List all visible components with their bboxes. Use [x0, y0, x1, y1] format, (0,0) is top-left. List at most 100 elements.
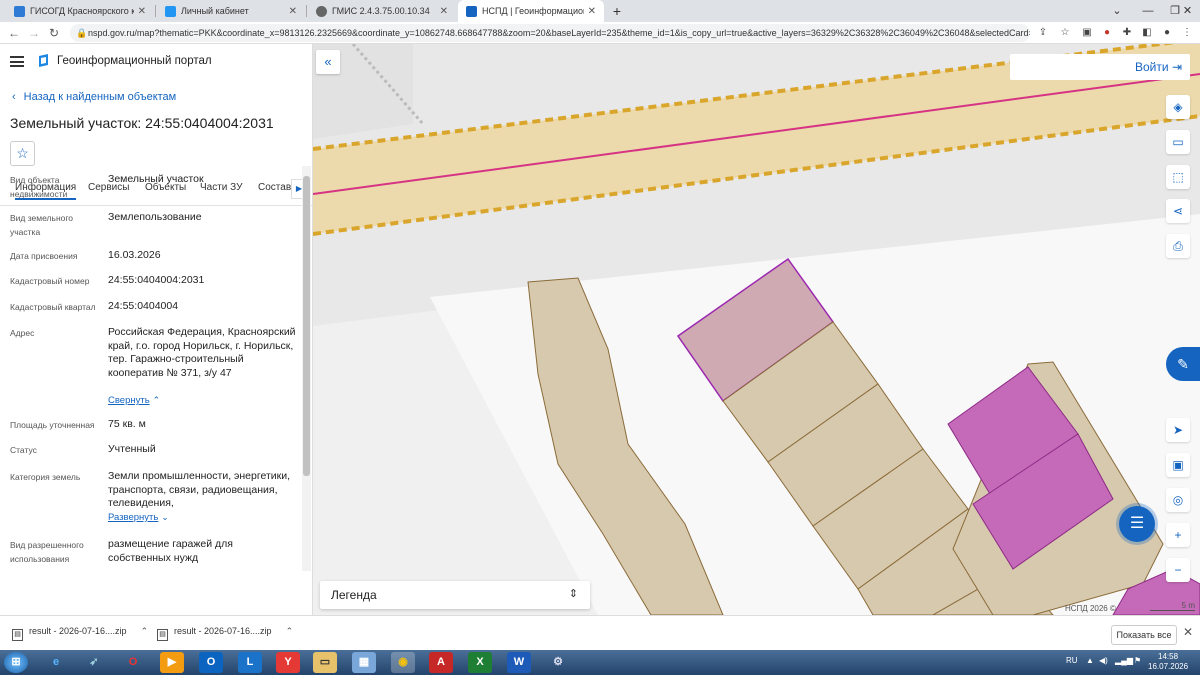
- property-label: Категория земель: [10, 472, 81, 482]
- reload-icon[interactable]: ↻: [46, 25, 62, 41]
- close-window-button[interactable]: ✕: [1175, 0, 1200, 22]
- menu-dots-icon[interactable]: ⋮: [1180, 26, 1194, 40]
- explorer-taskbar-icon[interactable]: ▭: [313, 652, 337, 673]
- property-value: Российская Федерация, Красноярский край,…: [108, 326, 296, 379]
- tab-title: НСПД | Геоинформационный п: [482, 6, 584, 16]
- profile-icon[interactable]: ●: [1160, 26, 1174, 40]
- flag-icon[interactable]: ⚑: [1134, 656, 1141, 665]
- extension-fox-icon[interactable]: ●: [1100, 26, 1114, 40]
- login-icon: ⇥: [1171, 60, 1182, 74]
- extension-icon[interactable]: ▣: [1080, 26, 1094, 40]
- close-downloads-icon[interactable]: ✕: [1183, 625, 1193, 639]
- browser-tab-bar: ГИСОГД Красноярского края ✕ Личный кабин…: [0, 0, 1200, 22]
- word-taskbar-icon[interactable]: W: [507, 652, 531, 673]
- close-icon[interactable]: ✕: [588, 6, 596, 17]
- chat-bubble-icon: ☰: [1129, 515, 1145, 532]
- network-icon[interactable]: ▂▄▆: [1115, 656, 1133, 665]
- collapse-link[interactable]: Свернуть ⌃: [108, 394, 298, 408]
- outlook-taskbar-icon[interactable]: O: [199, 652, 223, 673]
- zoom-in-button[interactable]: +: [1166, 523, 1190, 547]
- help-fab-button[interactable]: ✎: [1166, 347, 1200, 381]
- expand-link[interactable]: Развернуть ⌄: [108, 511, 298, 525]
- browser-tab-cabinet[interactable]: Личный кабинет ✕: [157, 0, 305, 22]
- chevron-up-icon[interactable]: ⌃: [286, 626, 294, 636]
- print-button[interactable]: ⎙: [1166, 234, 1190, 258]
- zip-file-icon: ▤: [12, 629, 23, 641]
- zoom-out-button[interactable]: −: [1166, 558, 1190, 582]
- yandex-taskbar-icon[interactable]: Y: [276, 652, 300, 673]
- ruler-icon: ▭: [1172, 135, 1184, 149]
- basemap-button[interactable]: ▣: [1166, 453, 1190, 477]
- scrollbar-thumb[interactable]: [303, 176, 310, 476]
- browser-tab-gisogd[interactable]: ГИСОГД Красноярского края ✕: [6, 0, 154, 22]
- favorite-star-button[interactable]: ☆: [10, 141, 35, 166]
- bird-taskbar-icon[interactable]: ➶: [82, 652, 106, 673]
- zip-file-icon: ▤: [157, 629, 168, 641]
- show-all-downloads-button[interactable]: Показать все: [1111, 625, 1177, 645]
- puzzle-icon[interactable]: ✚: [1120, 26, 1134, 40]
- geolocate-button[interactable]: ➤: [1166, 418, 1190, 442]
- opera-taskbar-icon[interactable]: O: [121, 652, 145, 673]
- property-label: Кадастровый квартал: [10, 302, 96, 312]
- property-value: Земли промышленности, энергетики, трансп…: [108, 470, 291, 509]
- back-to-results-link[interactable]: ‹ Назад к найденным объектам: [12, 91, 176, 103]
- close-icon[interactable]: ✕: [289, 6, 297, 17]
- url-input[interactable]: 🔒 nspd.gov.ru/map?thematic=PKK&coordinat…: [70, 24, 1030, 42]
- plus-icon: +: [1174, 528, 1182, 542]
- sidepanel-icon[interactable]: ◧: [1140, 26, 1154, 40]
- property-label: Площадь уточненная: [10, 420, 95, 430]
- back-arrow-icon[interactable]: ←: [6, 25, 22, 41]
- chevron-up-icon[interactable]: ⌃: [141, 626, 149, 636]
- map-scale-bar: 5 m: [1150, 601, 1195, 611]
- star-icon: ☆: [16, 145, 29, 161]
- sidebar-scrollbar[interactable]: [302, 166, 311, 571]
- browser-tab-nspd[interactable]: НСПД | Геоинформационный п ✕: [458, 0, 604, 22]
- tab-search-button[interactable]: ⌄: [1100, 0, 1134, 22]
- downloads-bar: ▤ result - 2026-07-16....zip ⌃ ▤ result - 2…: [0, 615, 1200, 650]
- close-icon[interactable]: ✕: [138, 6, 146, 17]
- tool-taskbar-icon[interactable]: ⚙: [546, 652, 570, 673]
- layers-button[interactable]: ◈: [1166, 95, 1190, 119]
- login-bar: Войти ⇥: [1010, 54, 1190, 80]
- acrobat-taskbar-icon[interactable]: A: [429, 652, 453, 673]
- portal-logo-icon: [39, 54, 48, 67]
- property-label: Вид земельного участка: [10, 213, 74, 237]
- ie-taskbar-icon[interactable]: e: [44, 652, 68, 673]
- bookmark-star-icon[interactable]: ☆: [1058, 26, 1072, 40]
- navigation-arrow-icon: ➤: [1172, 423, 1184, 437]
- login-button[interactable]: Войти ⇥: [1135, 60, 1182, 74]
- app-taskbar-icon[interactable]: ▦: [352, 652, 376, 673]
- new-tab-button[interactable]: +: [609, 3, 625, 19]
- chat-button[interactable]: ☰: [1119, 506, 1155, 542]
- tab-title: ГИСОГД Красноярского края: [30, 6, 134, 16]
- download-item[interactable]: ▤ result - 2026-07-16....zip ⌃: [157, 626, 293, 641]
- tray-arrow-icon[interactable]: ▲: [1086, 656, 1094, 665]
- chrome-taskbar-icon[interactable]: ◉: [391, 652, 415, 673]
- properties-list: Вид объекта недвижимости Земельный участ…: [0, 166, 302, 571]
- lync-taskbar-icon[interactable]: L: [238, 652, 262, 673]
- start-button[interactable]: ⊞: [4, 652, 28, 673]
- select-area-button[interactable]: ⬚: [1166, 165, 1190, 189]
- language-indicator[interactable]: RU: [1066, 656, 1078, 665]
- property-label: Кадастровый номер: [10, 276, 90, 286]
- collapse-panel-button[interactable]: «: [316, 50, 340, 74]
- forward-arrow-icon[interactable]: →: [26, 25, 42, 41]
- excel-taskbar-icon[interactable]: X: [468, 652, 492, 673]
- search-location-button[interactable]: ◎: [1166, 488, 1190, 512]
- ruler-button[interactable]: ▭: [1166, 130, 1190, 154]
- volume-icon[interactable]: ◀): [1099, 656, 1108, 665]
- media-taskbar-icon[interactable]: ▶: [160, 652, 184, 673]
- portal-header: Геоинформационный портал: [0, 44, 313, 80]
- map-canvas[interactable]: [313, 44, 1200, 615]
- system-clock[interactable]: 14:58 16.07.2026: [1148, 652, 1188, 672]
- download-item[interactable]: ▤ result - 2026-07-16....zip ⌃: [12, 626, 148, 641]
- property-value: Учтенный: [108, 443, 156, 455]
- share-icon[interactable]: ⇪: [1036, 26, 1050, 40]
- hamburger-menu-icon[interactable]: [10, 56, 24, 67]
- browser-tab-gmis[interactable]: ГМИС 2.4.3.75.00.10.34 ✕: [308, 0, 456, 22]
- legend-dropdown[interactable]: Легенда ⇕: [320, 581, 590, 609]
- map-copyright: НСПД 2026 ©: [1065, 604, 1116, 613]
- share-map-button[interactable]: ⋖: [1166, 199, 1190, 223]
- map-help-icon: ✎: [1177, 356, 1189, 372]
- close-icon[interactable]: ✕: [440, 6, 448, 17]
